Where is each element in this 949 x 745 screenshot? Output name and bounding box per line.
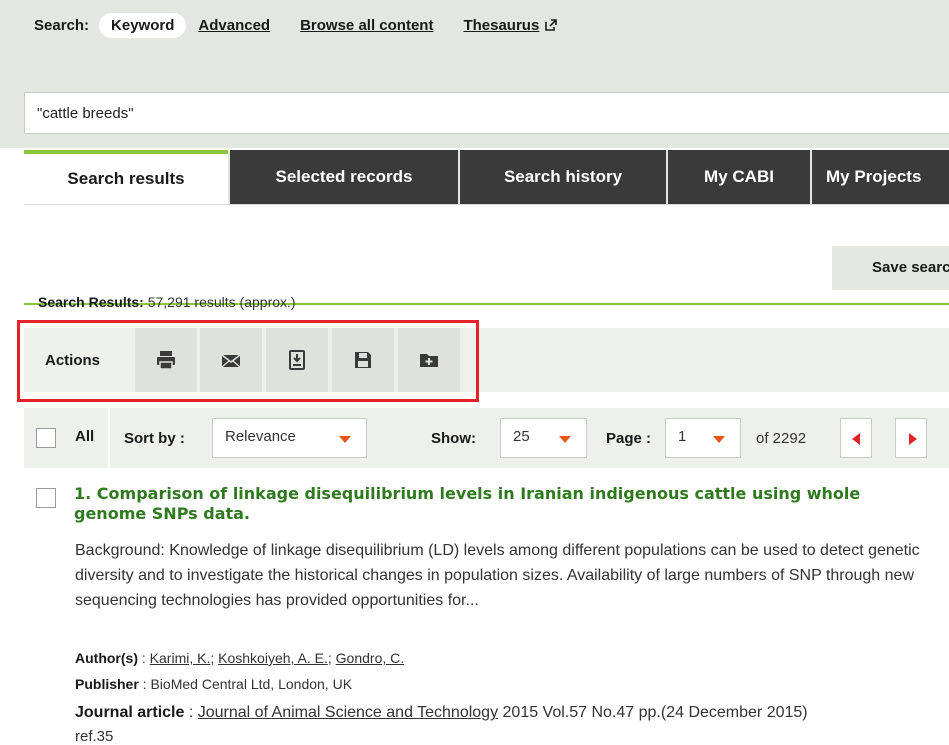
tab-my-projects[interactable]: My Projects <box>810 150 949 204</box>
save-search-button[interactable]: Save search <box>832 246 949 290</box>
search-label: Search: <box>34 16 90 34</box>
page-label: Page : <box>606 430 652 447</box>
external-link-icon <box>545 18 558 31</box>
search-mode-bar: Search: Keyword Advanced Browse all cont… <box>34 12 558 38</box>
chevron-down-icon <box>713 436 725 443</box>
record-abstract: Background: Knowledge of linkage disequi… <box>75 542 920 609</box>
results-label: Search Results: <box>38 294 144 310</box>
results-summary-text: Search Results: 57,291 results (approx.) <box>38 294 296 310</box>
author-link[interactable]: Koshkoiyeh, A. E. <box>218 650 328 666</box>
sort-select[interactable]: Relevance <box>212 418 367 458</box>
chevron-left-icon <box>852 433 860 445</box>
record-refs: ref.35 <box>75 728 114 745</box>
publisher-label: Publisher <box>75 676 139 692</box>
select-all-label: All <box>75 428 95 445</box>
authors-label: Author(s) <box>75 650 138 666</box>
keyword-mode-button[interactable]: Keyword <box>99 12 187 38</box>
citation-details: 2015 Vol.57 No.47 pp.(24 December 2015) <box>502 704 808 721</box>
advanced-search-link[interactable]: Advanced <box>198 17 270 34</box>
record-publisher: Publisher : BioMed Central Ltd, London, … <box>75 676 353 692</box>
page-select[interactable]: 1 <box>665 418 741 458</box>
journal-link[interactable]: Journal of Animal Science and Technology <box>198 704 498 721</box>
page-value: 1 <box>678 428 687 445</box>
show-value: 25 <box>513 428 530 445</box>
tab-selected-records[interactable]: Selected records <box>228 150 458 204</box>
chevron-down-icon <box>339 436 351 443</box>
tab-divider <box>24 204 949 205</box>
show-select[interactable]: 25 <box>500 418 587 458</box>
tab-search-history[interactable]: Search history <box>458 150 666 204</box>
tab-my-cabi[interactable]: My CABI <box>666 150 810 204</box>
author-link[interactable]: Karimi, K. <box>150 650 211 666</box>
thesaurus-label: Thesaurus <box>463 16 540 34</box>
sort-value: Relevance <box>225 428 296 445</box>
previous-page-button[interactable] <box>840 418 872 458</box>
sort-by-label: Sort by : <box>124 430 185 447</box>
browse-all-content-link[interactable]: Browse all content <box>300 17 433 34</box>
thesaurus-link[interactable]: Thesaurus <box>463 16 558 34</box>
record-authors: Author(s) : Karimi, K.; Koshkoiyeh, A. E… <box>75 650 405 666</box>
tab-search-results[interactable]: Search results <box>24 150 228 204</box>
controls-divider <box>108 408 110 468</box>
page-total: of 2292 <box>756 430 807 447</box>
publisher-value: BioMed Central Ltd, London, UK <box>150 676 353 692</box>
record-checkbox[interactable] <box>36 488 56 508</box>
next-page-button[interactable] <box>895 418 927 458</box>
chevron-right-icon <box>909 433 917 445</box>
document-type-label: Journal article <box>75 704 185 721</box>
record-citation: Journal article : Journal of Animal Scie… <box>75 704 808 721</box>
record-title-link[interactable]: 1. Comparison of linkage disequilibrium … <box>74 484 934 524</box>
actions-highlight-box <box>17 320 479 402</box>
select-all-checkbox[interactable] <box>36 428 56 448</box>
chevron-down-icon <box>559 436 571 443</box>
search-input[interactable] <box>24 92 949 134</box>
results-tabs: Search results Selected records Search h… <box>24 150 949 204</box>
show-label: Show: <box>431 430 476 447</box>
results-count: 57,291 results (approx.) <box>147 294 296 310</box>
author-link[interactable]: Gondro, C. <box>336 650 404 666</box>
